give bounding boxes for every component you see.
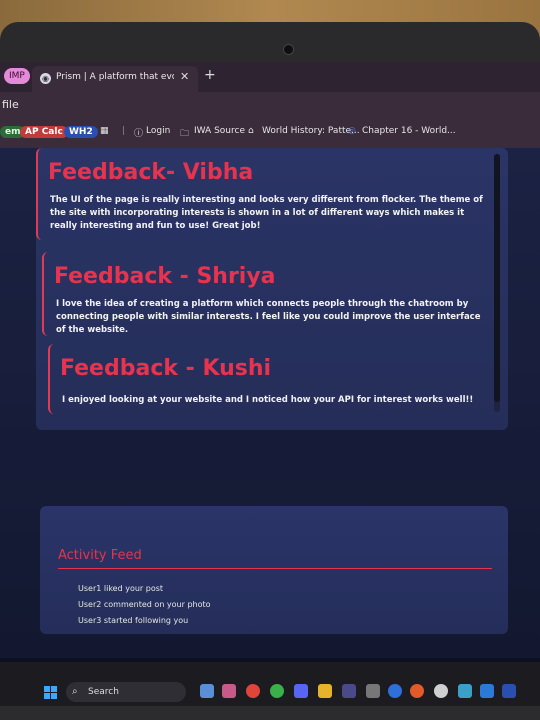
bookmark-divider: | [122, 126, 126, 136]
activity-feed-card: Activity Feed User1 liked your post User… [40, 506, 508, 634]
file-explorer-icon[interactable] [200, 684, 214, 698]
chrome-icon[interactable] [270, 684, 284, 698]
grid-icon[interactable]: ▦ [100, 126, 109, 136]
feedback-title: Feedback - Kushi [60, 356, 272, 381]
activity-item: User1 liked your post [78, 584, 164, 593]
feedback-item: Feedback- Vibha The UI of the page is re… [36, 148, 488, 240]
scrollbar-thumb[interactable] [494, 154, 500, 402]
feedback-title: Feedback- Vibha [48, 160, 254, 185]
feedback-item: Feedback - Shriya I love the idea of cre… [42, 252, 490, 336]
close-icon[interactable]: ✕ [180, 70, 189, 83]
feedback-title: Feedback - Shriya [54, 264, 276, 289]
app-icon[interactable] [222, 684, 236, 698]
bookmark-login[interactable]: Login [146, 126, 170, 136]
vscode-icon[interactable] [480, 684, 494, 698]
feedback-text: The UI of the page is really interesting… [50, 195, 483, 231]
building-icon: ⌂ [248, 126, 254, 136]
screen: IMP ◉ Prism | A platform that evolves ✕ … [0, 62, 540, 707]
pinned-tab-imp[interactable]: IMP [4, 68, 30, 84]
discord-icon[interactable] [294, 684, 308, 698]
feedback-card: Feedback- Vibha The UI of the page is re… [36, 148, 508, 430]
tab-title: Prism | A platform that evolves [56, 72, 174, 82]
activity-divider [58, 568, 492, 569]
activity-feed-title: Activity Feed [58, 548, 142, 563]
new-tab-button[interactable]: + [204, 68, 216, 82]
laptop-bezel [0, 22, 540, 66]
search-icon: ⌕ [72, 686, 78, 697]
chrome-icon[interactable] [246, 684, 260, 698]
app-icon[interactable] [366, 684, 380, 698]
webcam [283, 44, 294, 55]
feedback-item: Feedback - Kushi I enjoyed looking at yo… [48, 344, 490, 414]
app-icon[interactable] [458, 684, 472, 698]
tab-bar: IMP ◉ Prism | A platform that evolves ✕ … [0, 62, 540, 92]
taskbar: ⌕ Search [0, 662, 540, 707]
circle-icon: ◎ [348, 126, 356, 136]
bookmark-iwa-source[interactable]: IWA Source [194, 126, 245, 136]
globe-icon: ◉ [40, 73, 51, 84]
windows-start-icon[interactable] [44, 686, 58, 700]
bookmarks-bar: em AP Calc WH2 ▦ | ⓘ Login 🗀 IWA Source … [0, 118, 540, 149]
app-icon[interactable] [502, 684, 516, 698]
app-icon[interactable] [388, 684, 402, 698]
address-bar[interactable]: file [0, 92, 540, 118]
address-text: file [2, 98, 19, 111]
page-content: Feedback- Vibha The UI of the page is re… [0, 148, 540, 658]
taskbar-search[interactable]: ⌕ Search [66, 682, 186, 702]
login-icon: ⓘ [134, 129, 144, 139]
laptop-bottom [0, 706, 540, 720]
search-label: Search [88, 687, 119, 697]
scrollbar[interactable] [494, 154, 500, 412]
app-icon[interactable] [342, 684, 356, 698]
app-icon[interactable] [434, 684, 448, 698]
search-app-icon[interactable] [410, 684, 424, 698]
tab-prism[interactable]: ◉ Prism | A platform that evolves ✕ [32, 66, 198, 92]
bookmark-world-history[interactable]: World History: Patte... [262, 126, 360, 136]
bookmark-chapter-16[interactable]: Chapter 16 - World... [362, 126, 456, 136]
bookmark-ap-calc[interactable]: AP Calc [20, 126, 68, 138]
bookmark-wh2[interactable]: WH2 [64, 126, 98, 138]
activity-item: User3 started following you [78, 616, 189, 625]
folder-icon[interactable] [318, 684, 332, 698]
feedback-text: I love the idea of creating a platform w… [56, 299, 481, 335]
activity-item: User2 commented on your photo [78, 600, 211, 609]
folder-icon: 🗀 [180, 129, 190, 139]
feedback-text: I enjoyed looking at your website and I … [62, 395, 474, 405]
